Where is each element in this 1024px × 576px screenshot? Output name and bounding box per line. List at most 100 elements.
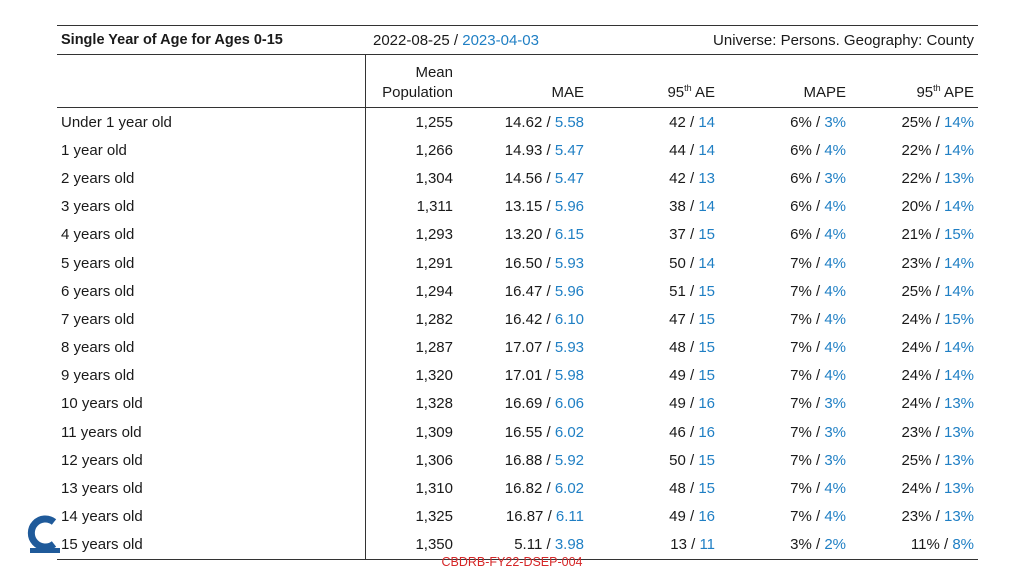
mean-population-cell: 1,304 xyxy=(415,169,453,187)
mape-first-value: 7% xyxy=(790,508,812,526)
value-separator: / xyxy=(685,508,699,526)
mape-cell: 7% / 4% xyxy=(719,503,850,531)
row-label: 8 years old xyxy=(57,333,366,362)
value-separator: / xyxy=(685,169,699,187)
ae95-cell: 51 / 15 xyxy=(588,277,719,305)
mape-cell: 7% / 3% xyxy=(719,446,850,474)
ae95-second-value: 14 xyxy=(698,113,716,131)
value-separator: / xyxy=(685,282,699,300)
ape95-first-value: 22% xyxy=(901,141,932,159)
mae-cell: 16.69 / 6.06 xyxy=(457,390,588,418)
mape-first-value: 7% xyxy=(790,282,812,300)
value-separator: / xyxy=(542,395,555,413)
mae-second-value: 5.98 xyxy=(554,367,585,385)
ae95-cell: 49 / 16 xyxy=(588,390,719,418)
mae-cell: 17.01 / 5.98 xyxy=(457,362,588,390)
ape95-cell: 24% / 14% xyxy=(850,362,978,390)
mae-cell: 14.93 / 5.47 xyxy=(457,136,588,164)
mean-population-cell: 1,294 xyxy=(415,282,453,300)
ae95-first-value: 47 xyxy=(669,310,686,328)
header-95th-ae: 95th AE xyxy=(588,54,720,108)
value-separator: / xyxy=(931,508,944,526)
table-row: 2 years old 1,304 14.56 / 5.47 42 / 13 6% / … xyxy=(57,164,978,193)
table-row: 5 years old 1,291 16.50 / 5.93 50 / 14 7% / … xyxy=(57,248,978,278)
table-row: 13 years old 1,310 16.82 / 6.02 48 / 15 7% /… xyxy=(57,474,978,503)
ae95-first-value: 51 xyxy=(669,282,686,300)
mape-first-value: 6% xyxy=(790,113,812,131)
mae-first-value: 13.15 xyxy=(504,198,543,216)
row-label: Under 1 year old xyxy=(57,107,366,137)
row-label: 2 years old xyxy=(57,164,366,193)
mae-first-value: 17.01 xyxy=(504,367,543,385)
ape95-first-value: 23% xyxy=(901,254,932,272)
ape95-first-value: 24% xyxy=(901,480,932,498)
ae95-second-value: 15 xyxy=(698,226,716,244)
value-separator: / xyxy=(931,254,944,272)
mae-second-value: 5.47 xyxy=(554,141,585,159)
mae-cell: 16.87 / 6.11 xyxy=(457,503,588,531)
value-separator: / xyxy=(811,508,825,526)
mae-cell: 16.55 / 6.02 xyxy=(457,418,588,446)
value-separator: / xyxy=(811,254,825,272)
value-separator: / xyxy=(685,254,699,272)
ape95-second-value: 14% xyxy=(943,339,975,357)
ape95-second-value: 13% xyxy=(943,395,975,413)
ae95-second-value: 15 xyxy=(698,451,716,469)
ae95-cell: 37 / 15 xyxy=(588,221,719,249)
row-label: 13 years old xyxy=(57,474,366,503)
mae-second-value: 6.02 xyxy=(554,423,585,441)
mean-population-cell: 1,320 xyxy=(415,367,453,385)
table-row: 1 year old 1,266 14.93 / 5.47 44 / 14 6% / 4… xyxy=(57,136,978,165)
age-error-table: Single Year of Age for Ages 0-15 2022-08… xyxy=(57,25,979,560)
value-separator: / xyxy=(542,113,555,131)
mape-first-value: 6% xyxy=(790,198,812,216)
value-separator: / xyxy=(811,451,825,469)
mape-first-value: 6% xyxy=(790,226,812,244)
row-label: 4 years old xyxy=(57,220,366,249)
value-separator: / xyxy=(542,367,555,385)
value-separator: / xyxy=(931,310,944,328)
date-separator: / xyxy=(449,31,463,49)
mae-first-value: 16.87 xyxy=(505,508,544,526)
value-separator: / xyxy=(811,395,825,413)
ape95-second-value: 13% xyxy=(943,169,975,187)
ape95-second-value: 14% xyxy=(943,254,975,272)
row-label: 11 years old xyxy=(57,418,366,447)
ae95-second-value: 13 xyxy=(698,169,716,187)
value-separator: / xyxy=(542,536,555,554)
table-row: 3 years old 1,311 13.15 / 5.96 38 / 14 6% / … xyxy=(57,192,978,221)
value-separator: / xyxy=(542,339,555,357)
ape95-cell: 24% / 15% xyxy=(850,305,978,333)
mae-second-value: 6.10 xyxy=(554,310,585,328)
ape95-cell: 22% / 13% xyxy=(850,164,978,192)
ae95-first-value: 42 xyxy=(669,169,686,187)
mape-cell: 7% / 3% xyxy=(719,390,850,418)
ape95-second-value: 15% xyxy=(943,310,975,328)
ape95-first-value: 24% xyxy=(901,339,932,357)
mae-second-value: 5.96 xyxy=(554,282,585,300)
mape-second-value: 4% xyxy=(824,310,847,328)
ae95-first-value: 44 xyxy=(669,141,686,159)
mape-cell: 7% / 4% xyxy=(719,334,850,362)
row-label: 12 years old xyxy=(57,446,366,475)
ae95-first-value: 50 xyxy=(669,451,686,469)
header-ape-sup: th xyxy=(933,83,941,93)
mape-cell: 7% / 4% xyxy=(719,277,850,305)
mae-second-value: 5.47 xyxy=(554,169,585,187)
ae95-cell: 50 / 14 xyxy=(588,249,719,277)
mae-cell: 16.82 / 6.02 xyxy=(457,474,588,502)
value-separator: / xyxy=(931,198,944,216)
ape95-cell: 25% / 13% xyxy=(850,446,978,474)
value-separator: / xyxy=(931,451,944,469)
value-separator: / xyxy=(685,141,699,159)
value-separator: / xyxy=(931,480,944,498)
ae95-cell: 48 / 15 xyxy=(588,474,719,502)
ape95-second-value: 14% xyxy=(943,367,975,385)
mae-second-value: 6.15 xyxy=(554,226,585,244)
mae-first-value: 16.50 xyxy=(504,254,543,272)
mae-first-value: 16.88 xyxy=(504,451,543,469)
ae95-cell: 47 / 15 xyxy=(588,305,719,333)
row-label: 1 year old xyxy=(57,136,366,165)
value-separator: / xyxy=(685,480,699,498)
column-header-row: Mean Population MAE 95th AE MAPE 95th APE xyxy=(57,54,979,108)
